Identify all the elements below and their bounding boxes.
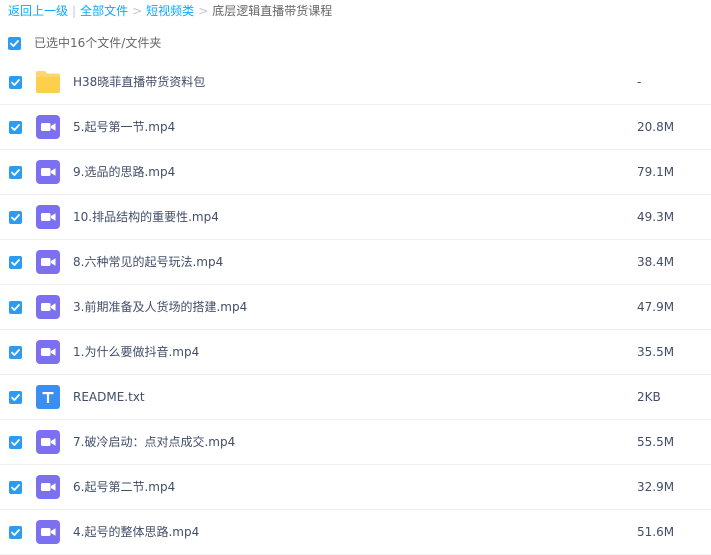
file-size: 20.8M [637, 120, 675, 134]
video-file-icon [36, 520, 60, 544]
file-row[interactable]: 1.为什么要做抖音.mp4 35.5M [0, 330, 711, 375]
current-folder: 底层逻辑直播带货课程 [212, 4, 333, 18]
file-size: 51.6M [637, 525, 675, 539]
file-row[interactable]: H38晓菲直播带货资料包 - [0, 60, 711, 105]
file-name[interactable]: 1.为什么要做抖音.mp4 [73, 330, 199, 375]
file-row[interactable]: 5.起号第一节.mp4 20.8M [0, 105, 711, 150]
file-name[interactable]: 7.破冷启动：点对点成交.mp4 [73, 420, 235, 465]
file-checkbox[interactable] [9, 301, 22, 314]
file-checkbox[interactable] [9, 391, 22, 404]
video-file-icon [36, 115, 60, 139]
file-name[interactable]: 10.排品结构的重要性.mp4 [73, 195, 219, 240]
check-icon [11, 124, 20, 131]
breadcrumb-chevron-icon: > [132, 4, 143, 18]
check-icon [11, 349, 20, 356]
file-row[interactable]: README.txt 2KB [0, 375, 711, 420]
check-icon [11, 394, 20, 401]
file-checkbox[interactable] [9, 166, 22, 179]
file-name[interactable]: 6.起号第二节.mp4 [73, 465, 175, 510]
file-name[interactable]: 8.六种常见的起号玩法.mp4 [73, 240, 223, 285]
file-name[interactable]: H38晓菲直播带货资料包 [73, 60, 205, 105]
file-size: 32.9M [637, 480, 675, 494]
breadcrumb: 返回上一级 | 全部文件 > 短视频类 > 底层逻辑直播带货课程 [8, 3, 332, 19]
file-size: 2KB [637, 390, 661, 404]
text-file-icon [36, 385, 60, 409]
file-size: 49.3M [637, 210, 675, 224]
folder-icon [36, 70, 60, 94]
file-size: 55.5M [637, 435, 675, 449]
selection-count: 已选中16个文件/文件夹 [34, 36, 162, 50]
video-file-icon [36, 340, 60, 364]
file-size: 35.5M [637, 345, 675, 359]
file-checkbox[interactable] [9, 526, 22, 539]
breadcrumb-divider: | [72, 4, 77, 18]
check-icon [11, 214, 20, 221]
video-file-icon [36, 205, 60, 229]
file-row[interactable]: 6.起号第二节.mp4 32.9M [0, 465, 711, 510]
file-row[interactable]: 4.起号的整体思路.mp4 51.6M [0, 510, 711, 555]
file-name[interactable]: 5.起号第一节.mp4 [73, 105, 175, 150]
folder-link[interactable]: 短视频类 [146, 4, 194, 18]
check-icon [11, 484, 20, 491]
check-icon [11, 304, 20, 311]
check-icon [10, 39, 19, 47]
file-row[interactable]: 10.排品结构的重要性.mp4 49.3M [0, 195, 711, 240]
file-row[interactable]: 8.六种常见的起号玩法.mp4 38.4M [0, 240, 711, 285]
video-file-icon [36, 160, 60, 184]
file-checkbox[interactable] [9, 346, 22, 359]
check-icon [11, 259, 20, 266]
breadcrumb-chevron-icon: > [198, 4, 209, 18]
video-file-icon [36, 295, 60, 319]
file-checkbox[interactable] [9, 481, 22, 494]
file-name[interactable]: 3.前期准备及人货场的搭建.mp4 [73, 285, 247, 330]
file-size: 79.1M [637, 165, 675, 179]
check-icon [11, 529, 20, 536]
check-icon [11, 439, 20, 446]
file-name[interactable]: README.txt [73, 375, 145, 420]
file-size: 38.4M [637, 255, 675, 269]
file-name[interactable]: 4.起号的整体思路.mp4 [73, 510, 199, 555]
file-row[interactable]: 9.选品的思路.mp4 79.1M [0, 150, 711, 195]
file-row[interactable]: 7.破冷启动：点对点成交.mp4 55.5M [0, 420, 711, 465]
file-checkbox[interactable] [9, 436, 22, 449]
select-all-row: 已选中16个文件/文件夹 [8, 35, 161, 51]
video-file-icon [36, 430, 60, 454]
file-checkbox[interactable] [9, 211, 22, 224]
file-list: H38晓菲直播带货资料包 - 5.起号第一节.mp4 20.8M 9.选品的思路.mp4… [0, 60, 711, 555]
all-files-link[interactable]: 全部文件 [80, 4, 128, 18]
file-row[interactable]: 3.前期准备及人货场的搭建.mp4 47.9M [0, 285, 711, 330]
file-size: - [637, 75, 642, 89]
select-all-checkbox[interactable] [8, 36, 21, 50]
video-file-icon [36, 250, 60, 274]
file-checkbox[interactable] [9, 121, 22, 134]
check-icon [11, 169, 20, 176]
video-file-icon [36, 475, 60, 499]
check-icon [11, 79, 20, 86]
back-link[interactable]: 返回上一级 [8, 4, 68, 18]
file-name[interactable]: 9.选品的思路.mp4 [73, 150, 175, 195]
file-size: 47.9M [637, 300, 675, 314]
file-checkbox[interactable] [9, 76, 22, 89]
file-checkbox[interactable] [9, 256, 22, 269]
